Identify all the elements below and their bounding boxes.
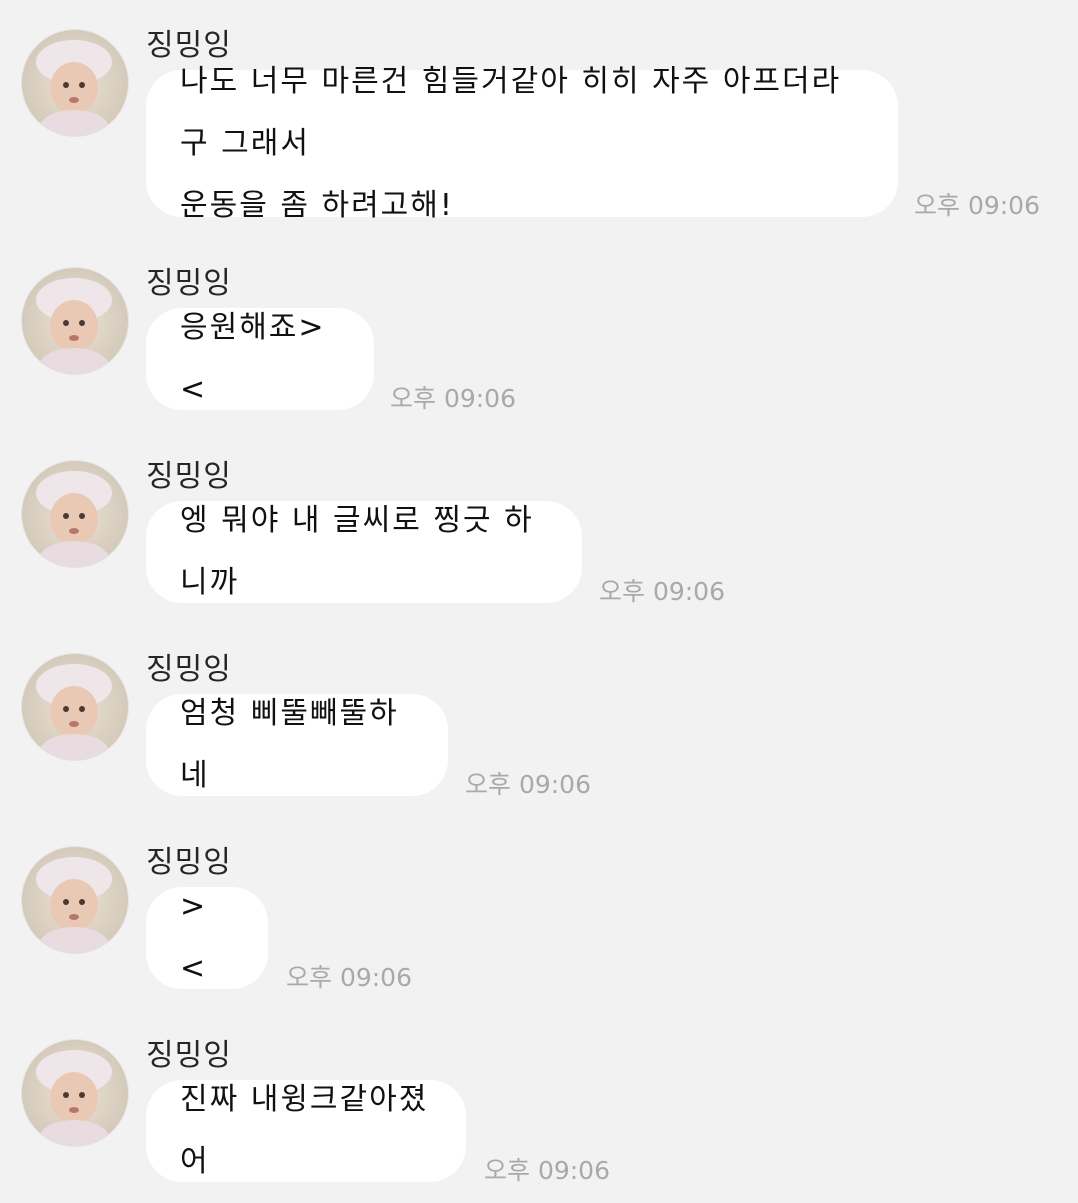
message-text: 진짜 내윙크같아졌어 xyxy=(180,1082,429,1179)
message-row: 징밍잉 진짜 내윙크같아졌어 오후 09:06 xyxy=(0,1010,1078,1203)
message-time: 오후 09:06 xyxy=(465,770,591,799)
sender-name: 징밍잉 xyxy=(146,459,232,494)
message-row: 징밍잉 엄청 삐뚤빼뚤하네 오후 09:06 xyxy=(0,624,1078,817)
message-bubble[interactable]: 진짜 내윙크같아졌어 xyxy=(146,1080,466,1182)
message-time: 오후 09:06 xyxy=(390,384,516,413)
message-text: 엥 뭐야 내 글씨로 찡긋 하니까 xyxy=(180,503,534,600)
message-bubble[interactable]: 엥 뭐야 내 글씨로 찡긋 하니까 xyxy=(146,501,582,603)
sender-avatar-icon[interactable] xyxy=(22,30,128,136)
message-text: 나도 너무 마른건 힘들거같아 히히 자주 아프더라구 그래서 운동을 좀 하려… xyxy=(180,63,842,223)
sender-name: 징밍잉 xyxy=(146,845,232,880)
message-bubble[interactable]: 응원해죠>< xyxy=(146,308,374,410)
sender-avatar-icon[interactable] xyxy=(22,268,128,374)
message-text: 엄청 삐뚤빼뚤하네 xyxy=(180,696,399,793)
message-bubble[interactable]: 나도 너무 마른건 힘들거같아 히히 자주 아프더라구 그래서 운동을 좀 하려… xyxy=(146,64,898,223)
message-row: 징밍잉 나도 너무 마른건 힘들거같아 히히 자주 아프더라구 그래서 운동을 … xyxy=(0,0,1078,223)
message-time: 오후 09:06 xyxy=(286,963,412,992)
message-time: 오후 09:06 xyxy=(914,191,1040,220)
sender-avatar-icon[interactable] xyxy=(22,654,128,760)
message-bubble[interactable]: >< xyxy=(146,887,268,989)
message-row: 징밍잉 응원해죠>< 오후 09:06 xyxy=(0,238,1078,431)
sender-name: 징밍잉 xyxy=(146,1038,232,1073)
message-row: 징밍잉 엥 뭐야 내 글씨로 찡긋 하니까 오후 09:06 xyxy=(0,431,1078,624)
message-row: 징밍잉 >< 오후 09:06 xyxy=(0,817,1078,1010)
sender-avatar-icon[interactable] xyxy=(22,461,128,567)
message-time: 오후 09:06 xyxy=(599,577,725,606)
message-bubble[interactable]: 엄청 삐뚤빼뚤하네 xyxy=(146,694,448,796)
sender-name: 징밍잉 xyxy=(146,652,232,687)
message-text: >< xyxy=(180,889,208,986)
message-text: 응원해죠>< xyxy=(180,310,326,407)
sender-name: 징밍잉 xyxy=(146,266,232,301)
sender-avatar-icon[interactable] xyxy=(22,847,128,953)
sender-avatar-icon[interactable] xyxy=(22,1040,128,1146)
message-time: 오후 09:06 xyxy=(484,1156,610,1185)
